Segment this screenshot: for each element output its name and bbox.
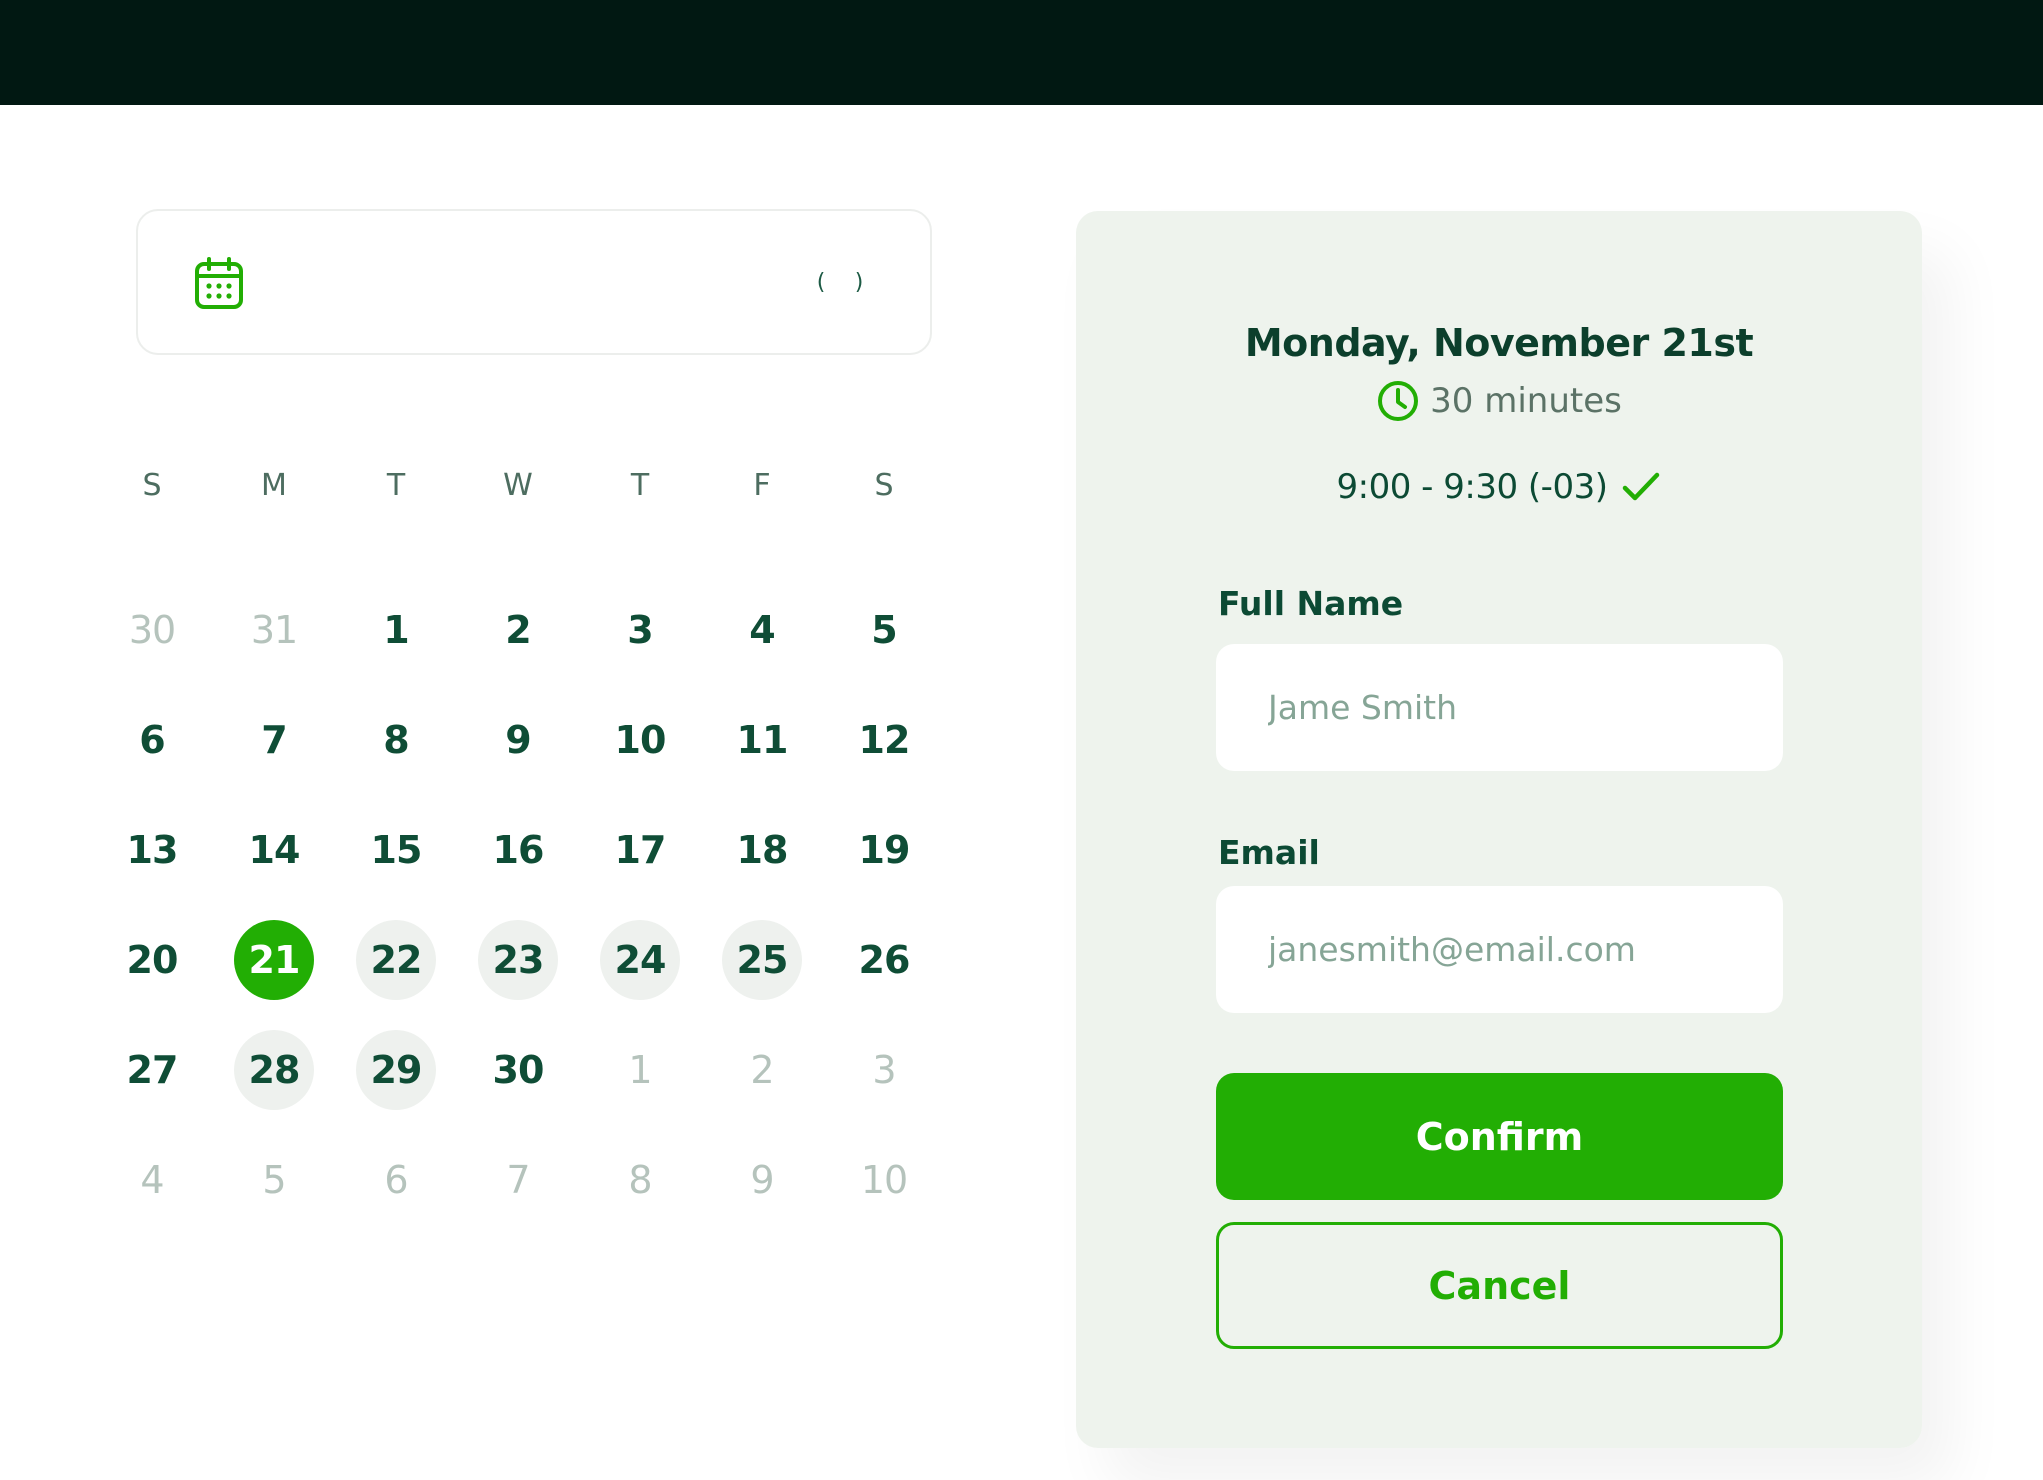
calendar-day: 26 xyxy=(858,938,911,982)
calendar-day: 1 xyxy=(383,608,409,652)
calendar-day: 16 xyxy=(492,828,545,872)
duration-text: 30 minutes xyxy=(1430,381,1622,421)
calendar-day: 6 xyxy=(139,718,165,762)
booking-panel: Monday, November 21st 30 minutes 9:00 - … xyxy=(1076,211,1922,1448)
next-month-button[interactable]: ) xyxy=(852,271,866,295)
selected-date-title: Monday, November 21st xyxy=(1244,321,1754,365)
full-name-input[interactable] xyxy=(1216,644,1783,771)
calendar-day: 3 xyxy=(627,608,653,652)
weekday-label: W xyxy=(503,468,533,503)
calendar-day: 18 xyxy=(736,828,789,872)
duration-row: 30 minutes xyxy=(1076,379,1922,423)
calendar-day: 7 xyxy=(506,1158,530,1202)
calendar-day: 14 xyxy=(248,828,301,872)
checkmark-icon xyxy=(1623,472,1660,501)
calendar-day: 6 xyxy=(384,1158,408,1202)
calendar-day: 5 xyxy=(262,1158,286,1202)
weekday-label: M xyxy=(261,468,287,503)
calendar-day: 4 xyxy=(749,608,775,652)
clock-icon xyxy=(1378,381,1419,421)
calendar-day[interactable]: 24 xyxy=(600,920,680,1000)
previous-month-button[interactable]: ( xyxy=(814,271,828,295)
calendar-day: 27 xyxy=(126,1048,179,1092)
month-navigation-header: ( ) xyxy=(136,209,932,355)
calendar-day-selected[interactable]: 21 xyxy=(234,920,314,1000)
top-bar xyxy=(0,0,2043,105)
calendar-day-grid: 30 31 1 2 3 4 5 6 7 8 9 10 11 12 13 14 15 16 17 18 19 20 21 22 2… xyxy=(112,590,968,1230)
full-name-label: Full Name xyxy=(1218,584,1404,623)
calendar-day: 7 xyxy=(261,718,287,762)
calendar-day[interactable]: 29 xyxy=(356,1030,436,1110)
weekday-label: S xyxy=(874,468,894,503)
weekday-header: S M T W T F S xyxy=(112,468,968,512)
calendar-day[interactable]: 23 xyxy=(478,920,558,1000)
time-slot-row: 9:00 - 9:30 (-03) xyxy=(1076,467,1922,507)
calendar-day: 10 xyxy=(860,1158,908,1202)
calendar-day: 19 xyxy=(858,828,911,872)
calendar-day[interactable]: 28 xyxy=(234,1030,314,1110)
cancel-button[interactable]: Cancel xyxy=(1216,1222,1783,1349)
email-label: Email xyxy=(1218,833,1320,872)
time-slot-text: 9:00 - 9:30 (-03) xyxy=(1336,467,1608,507)
calendar-day: 13 xyxy=(126,828,179,872)
calendar-day: 12 xyxy=(858,718,911,762)
weekday-label: S xyxy=(142,468,162,503)
weekday-label: F xyxy=(753,468,771,503)
calendar-day: 15 xyxy=(370,828,423,872)
calendar-day: 2 xyxy=(750,1048,774,1092)
calendar-day: 1 xyxy=(628,1048,652,1092)
calendar-day: 17 xyxy=(614,828,667,872)
calendar-day: 10 xyxy=(614,718,667,762)
calendar-day: 9 xyxy=(505,718,531,762)
calendar-day[interactable]: 22 xyxy=(356,920,436,1000)
calendar-day: 2 xyxy=(505,608,531,652)
calendar-day: 8 xyxy=(628,1158,652,1202)
confirm-button[interactable]: Confirm xyxy=(1216,1073,1783,1200)
calendar-day: 31 xyxy=(250,608,298,652)
calendar-day: 9 xyxy=(750,1158,774,1202)
email-input[interactable] xyxy=(1216,886,1783,1013)
calendar-day[interactable]: 25 xyxy=(722,920,802,1000)
calendar-icon[interactable] xyxy=(194,257,244,311)
month-nav: ( ) xyxy=(814,271,866,295)
calendar-day: 11 xyxy=(736,718,789,762)
calendar-day: 20 xyxy=(126,938,179,982)
calendar-day: 30 xyxy=(492,1048,545,1092)
calendar-day: 5 xyxy=(871,608,897,652)
weekday-label: T xyxy=(630,468,650,503)
weekday-label: T xyxy=(386,468,406,503)
calendar-day: 4 xyxy=(140,1158,164,1202)
calendar-day: 3 xyxy=(872,1048,896,1092)
calendar-day: 8 xyxy=(383,718,409,762)
calendar-day: 30 xyxy=(128,608,176,652)
